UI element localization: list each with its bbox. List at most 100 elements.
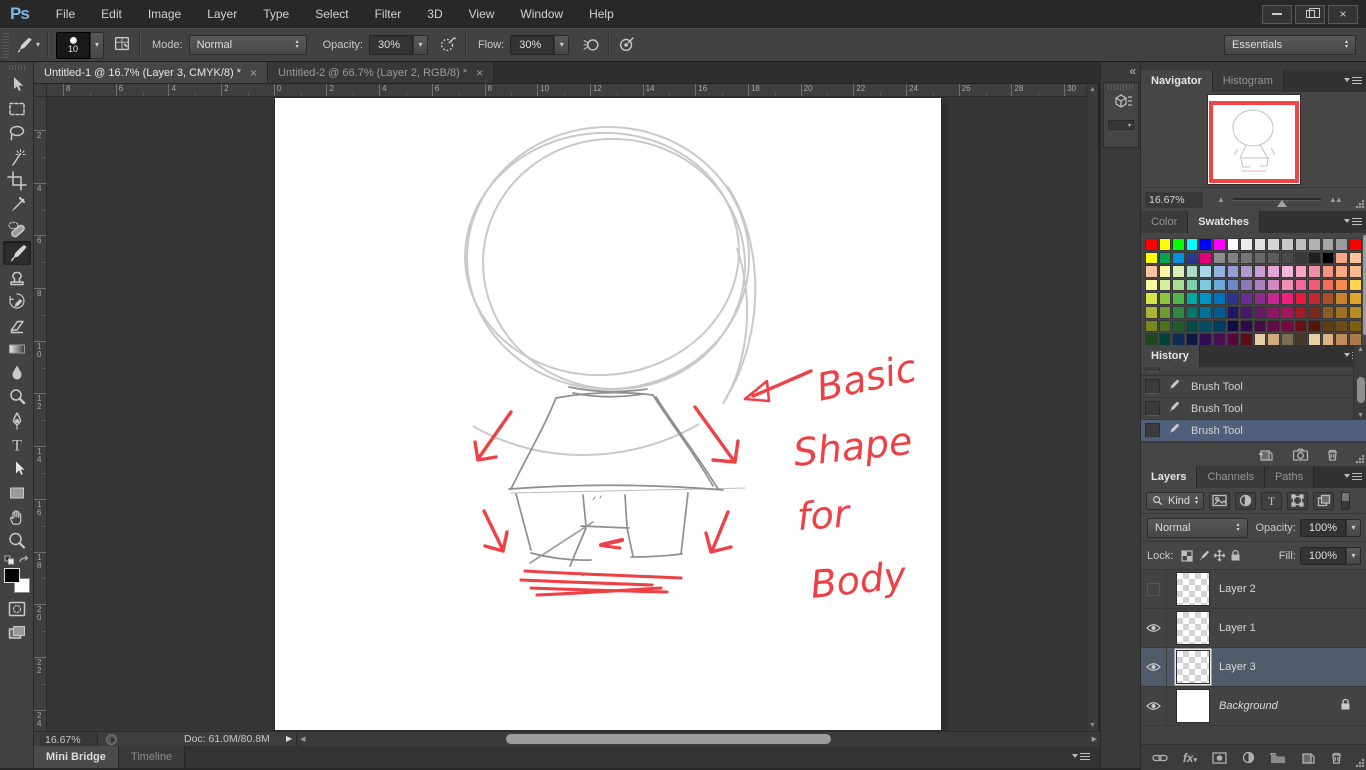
layer-fill-control[interactable]: 100% ▾ (1300, 547, 1361, 565)
color-swatch[interactable] (1281, 238, 1294, 251)
color-swatch[interactable] (1240, 265, 1253, 278)
color-swatch[interactable] (1186, 238, 1199, 251)
menu-item[interactable]: File (43, 7, 88, 21)
color-swatch[interactable] (1172, 306, 1185, 319)
color-swatch[interactable] (1213, 320, 1226, 333)
color-swatch[interactable] (1240, 320, 1253, 333)
color-swatch[interactable] (1199, 292, 1212, 305)
color-swatch[interactable] (1335, 265, 1348, 278)
history-source-checkbox[interactable] (1145, 423, 1160, 438)
color-swatch[interactable] (1254, 333, 1267, 346)
color-swatch[interactable] (1349, 306, 1362, 319)
magic-wand-tool[interactable] (3, 145, 31, 169)
layer-row[interactable]: Layer 2 (1141, 570, 1366, 609)
close-icon[interactable]: × (250, 66, 257, 80)
screen-mode-button[interactable] (3, 621, 31, 645)
layer-row[interactable]: Layer 3 (1141, 648, 1366, 687)
color-swatch[interactable] (1281, 279, 1294, 292)
color-swatch[interactable] (1213, 265, 1226, 278)
slider-thumb[interactable] (1277, 195, 1287, 207)
panel-menu-icon[interactable] (1344, 473, 1362, 482)
layer-thumbnail[interactable] (1176, 611, 1210, 645)
hand-tool[interactable] (3, 505, 31, 529)
tab-paths[interactable]: Paths (1265, 466, 1314, 488)
color-swatch[interactable] (1295, 333, 1308, 346)
panel-menu-icon[interactable] (1344, 77, 1362, 86)
color-swatch[interactable] (1281, 333, 1294, 346)
layer-visibility-toggle[interactable] (1141, 609, 1167, 647)
color-swatch[interactable] (1213, 306, 1226, 319)
color-swatch[interactable] (1335, 238, 1348, 251)
color-swatch[interactable] (1159, 279, 1172, 292)
layer-thumbnail[interactable] (1176, 572, 1210, 606)
filter-smart-objects-button[interactable] (1313, 492, 1334, 510)
collapsed-3d-panel[interactable]: ▾ (1103, 82, 1139, 148)
new-group-folder-icon[interactable] (1270, 752, 1286, 764)
scroll-down-icon[interactable]: ▼ (1357, 412, 1364, 419)
lock-position-button[interactable] (1211, 549, 1227, 562)
layer-name[interactable]: Layer 1 (1219, 622, 1256, 634)
layer-blend-mode-select[interactable]: Normal ▴▾ (1147, 518, 1248, 538)
color-swatch[interactable] (1199, 252, 1212, 265)
color-swatch[interactable] (1159, 292, 1172, 305)
color-swatch[interactable] (1335, 279, 1348, 292)
color-swatch[interactable] (1213, 292, 1226, 305)
history-scroll-thumb[interactable] (1357, 377, 1365, 403)
color-swatch[interactable] (1227, 292, 1240, 305)
scroll-right-icon[interactable]: ▶ (1092, 735, 1097, 743)
color-swatch[interactable] (1254, 238, 1267, 251)
layer-style-fx-icon[interactable]: fx▾ (1183, 751, 1197, 765)
lasso-tool[interactable] (3, 121, 31, 145)
color-swatch[interactable] (1172, 333, 1185, 346)
color-swatch[interactable] (1172, 265, 1185, 278)
brush-preset-button[interactable]: ▾ (13, 35, 40, 55)
color-swatch[interactable] (1213, 238, 1226, 251)
tab-color[interactable]: Color (1141, 211, 1188, 233)
history-scrollbar[interactable]: ▲ ▼ (1353, 345, 1366, 420)
history-source-checkbox[interactable] (1145, 401, 1160, 416)
history-source-checkbox[interactable] (1145, 367, 1160, 372)
color-swatch[interactable] (1186, 292, 1199, 305)
zoom-level-field[interactable]: 16.67% (40, 732, 98, 747)
eyedropper-tool[interactable] (3, 193, 31, 217)
fill-dropdown-button[interactable]: ▾ (1346, 547, 1361, 565)
color-swatch[interactable] (1227, 252, 1240, 265)
color-swatch[interactable] (1308, 306, 1321, 319)
color-swatch[interactable] (1349, 238, 1362, 251)
airbrush-button[interactable] (581, 34, 601, 57)
color-swatch[interactable] (1335, 292, 1348, 305)
color-swatch[interactable] (1254, 292, 1267, 305)
color-swatch[interactable] (1145, 306, 1158, 319)
color-swatch[interactable] (1145, 238, 1158, 251)
color-swatch[interactable] (1254, 252, 1267, 265)
filter-type-layers-button[interactable]: T (1261, 492, 1282, 510)
color-swatch[interactable] (1254, 306, 1267, 319)
color-swatch[interactable] (1335, 306, 1348, 319)
color-swatch[interactable] (1281, 306, 1294, 319)
lock-pixels-button[interactable] (1195, 549, 1211, 562)
color-swatch[interactable] (1159, 265, 1172, 278)
workspace-select[interactable]: Essentials ▴▾ (1224, 35, 1356, 55)
vertical-scrollbar[interactable]: ▲ ▼ (1086, 84, 1098, 731)
color-swatch[interactable] (1254, 320, 1267, 333)
menu-item[interactable]: Image (135, 7, 194, 21)
color-swatch[interactable] (1186, 333, 1199, 346)
resize-grip[interactable] (1355, 454, 1365, 464)
resize-grip[interactable] (1355, 199, 1365, 209)
foreground-background-colors[interactable] (4, 568, 30, 593)
trash-icon[interactable] (1330, 751, 1343, 765)
zoom-tool[interactable] (3, 529, 31, 553)
document-tab[interactable]: Untitled-2 @ 66.7% (Layer 2, RGB/8) * × (268, 62, 494, 83)
color-swatch[interactable] (1254, 265, 1267, 278)
dodge-tool[interactable] (3, 385, 31, 409)
color-swatch[interactable] (1172, 320, 1185, 333)
minimize-button[interactable] (1262, 5, 1292, 24)
tab-channels[interactable]: Channels (1197, 466, 1264, 488)
navigator-zoom-slider[interactable] (1233, 198, 1321, 201)
spot-healing-brush-tool[interactable] (3, 217, 31, 241)
close-button[interactable]: × (1328, 5, 1358, 24)
color-swatch[interactable] (1172, 292, 1185, 305)
color-swatch[interactable] (1267, 238, 1280, 251)
color-swatch[interactable] (1295, 320, 1308, 333)
history-step[interactable]: Brush Tool (1141, 398, 1366, 420)
